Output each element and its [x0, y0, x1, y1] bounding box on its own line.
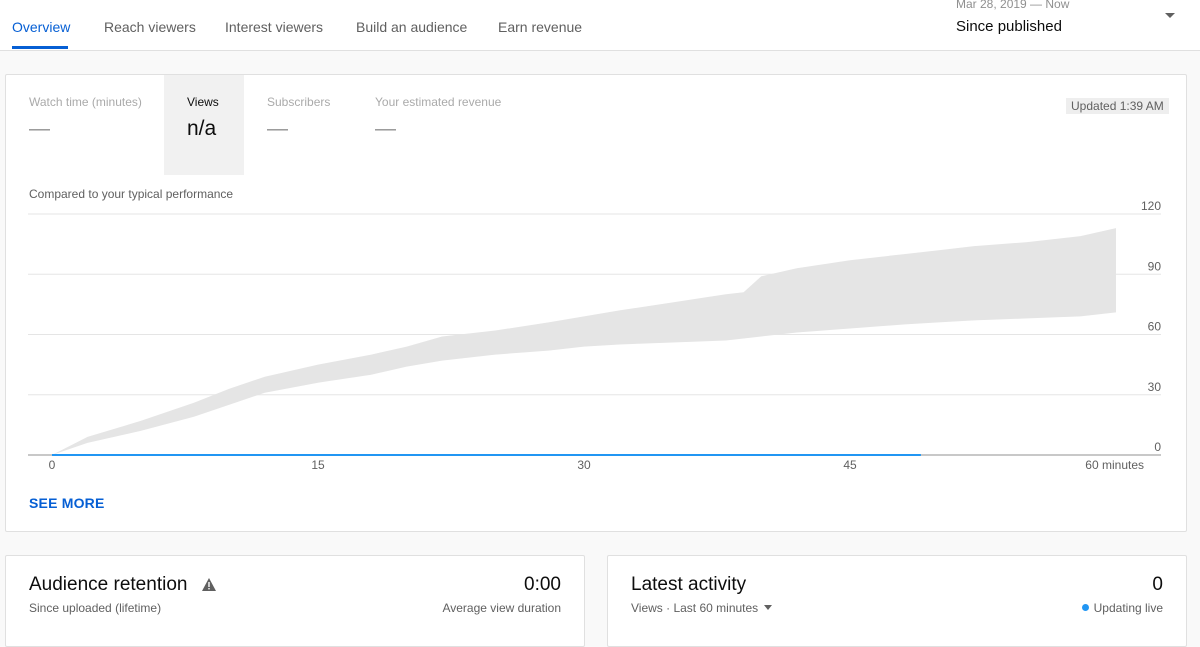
y-tick-label: 120 — [1141, 199, 1161, 213]
x-tick-label: 45 — [843, 458, 857, 472]
live-status-label: Updating live — [1093, 601, 1163, 615]
x-tick-label: 60 minutes — [1085, 458, 1144, 472]
tab-reach-viewers[interactable]: Reach viewers — [104, 19, 196, 35]
warning-icon[interactable] — [202, 578, 216, 591]
live-dot-icon — [1081, 604, 1089, 611]
latest-activity-card[interactable]: Latest activity Views · Last 60 minutes … — [607, 555, 1187, 647]
overview-card: Watch time (minutes) — Views n/a Subscri… — [5, 74, 1187, 532]
tab-bar: Overview Reach viewers Interest viewers … — [0, 0, 1200, 51]
tab-interest-viewers[interactable]: Interest viewers — [225, 19, 323, 35]
card-subtitle: Since uploaded (lifetime) — [29, 601, 162, 615]
card-title: Latest activity — [631, 574, 747, 595]
card-title: Audience retention — [29, 574, 188, 595]
caret-down-icon — [764, 605, 773, 610]
audience-retention-card[interactable]: Audience retention Since uploaded (lifet… — [5, 555, 585, 647]
x-tick-label: 0 — [49, 458, 56, 472]
y-tick-label: 0 — [1154, 440, 1161, 454]
date-range-value: Since published — [956, 18, 1062, 35]
x-tick-label: 15 — [311, 458, 325, 472]
tab-build-an-audience[interactable]: Build an audience — [356, 19, 467, 35]
active-tab-indicator — [12, 46, 68, 49]
caret-down-icon[interactable] — [1165, 13, 1175, 18]
views-chart: 0 30 60 90 120 0 15 30 45 60 minutes — [28, 199, 1162, 472]
activity-filter-label: Views · Last 60 minutes — [631, 601, 759, 615]
live-status: Updating live — [1081, 601, 1163, 615]
see-more-button[interactable]: SEE MORE — [29, 495, 105, 511]
y-tick-label: 60 — [1148, 320, 1162, 334]
average-view-duration-label: Average view duration — [442, 601, 561, 615]
x-tick-label: 30 — [577, 458, 591, 472]
typical-performance-band — [52, 228, 1116, 455]
latest-views-value: 0 — [1152, 574, 1163, 595]
tab-earn-revenue[interactable]: Earn revenue — [498, 19, 582, 35]
average-view-duration-value: 0:00 — [524, 574, 561, 595]
date-range-label: Mar 28, 2019 — Now — [956, 0, 1070, 11]
activity-filter-dropdown[interactable]: Views · Last 60 minutes — [631, 601, 773, 615]
y-tick-label: 90 — [1148, 259, 1162, 273]
tab-overview[interactable]: Overview — [12, 19, 70, 35]
y-tick-label: 30 — [1148, 380, 1162, 394]
